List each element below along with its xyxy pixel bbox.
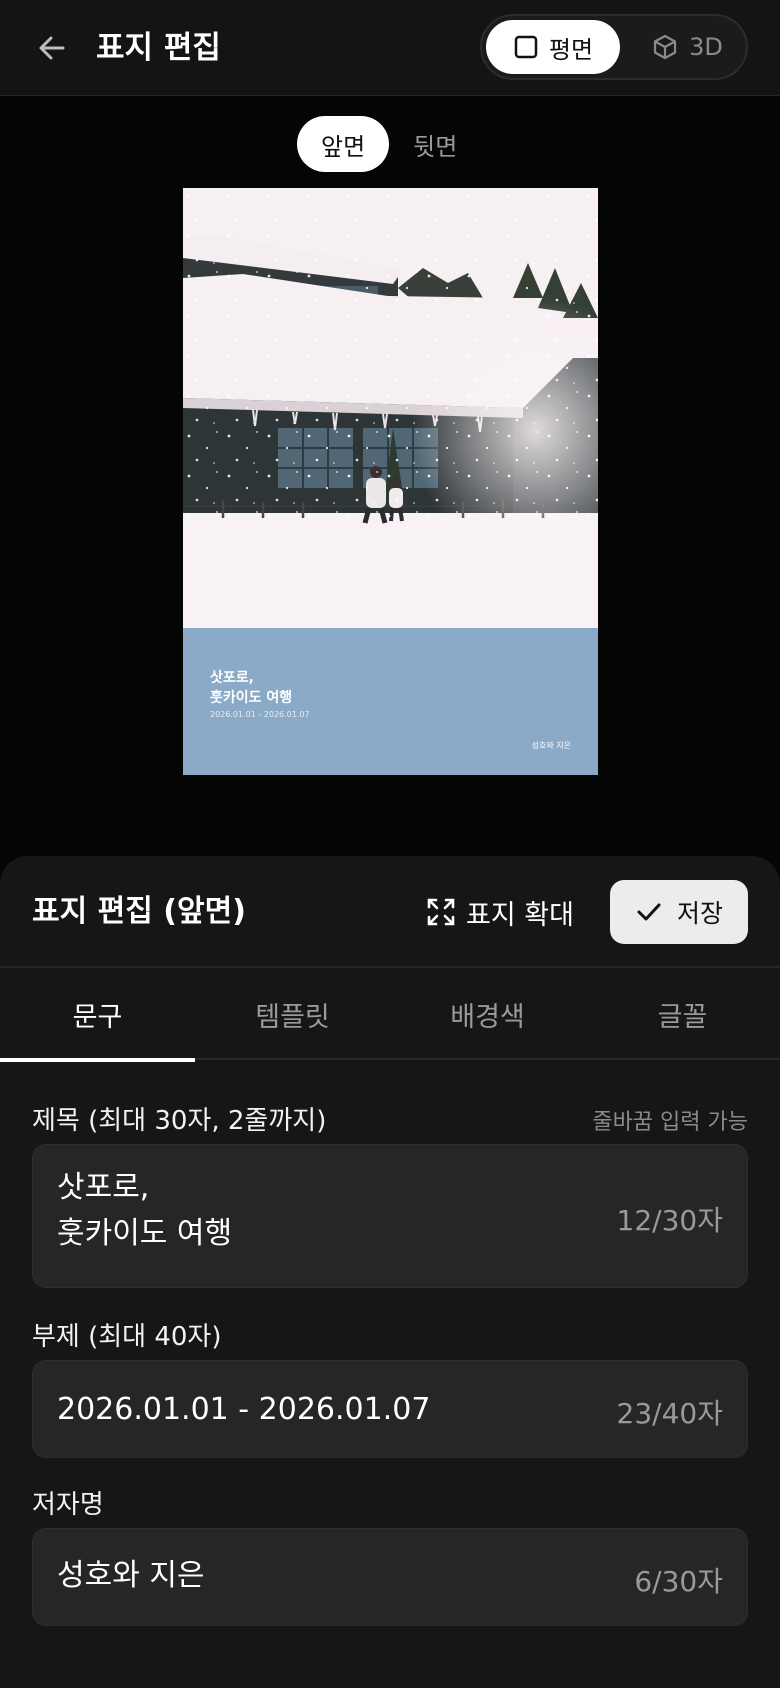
title-field-hint: 줄바꿈 입력 가능 xyxy=(592,1110,748,1135)
cover-author: 성호와 지은 xyxy=(531,741,571,750)
expand-icon xyxy=(427,898,455,926)
back-button[interactable] xyxy=(30,26,74,70)
author-input[interactable]: 성호와 지은 6/30자 xyxy=(32,1528,748,1626)
check-icon xyxy=(637,903,661,921)
view-mode-3d-button[interactable]: 3D xyxy=(632,20,742,74)
tab-template[interactable]: 템플릿 xyxy=(195,968,390,1060)
page-title: 표지 편집 xyxy=(96,30,221,66)
cover-photo xyxy=(183,188,598,628)
title-char-count: 12/30자 xyxy=(616,1204,723,1237)
subtitle-char-count: 23/40자 xyxy=(616,1397,723,1430)
view-mode-toggle: 평면 3D xyxy=(480,14,748,80)
save-button[interactable]: 저장 xyxy=(610,880,748,944)
author-input-value: 성호와 지은 xyxy=(57,1558,205,1593)
top-bar: 표지 편집 평면 3D xyxy=(0,0,780,96)
tab-font[interactable]: 글꼴 xyxy=(585,968,780,1060)
arrow-left-icon xyxy=(39,36,65,60)
author-field-label: 저자명 xyxy=(32,1490,104,1520)
view-mode-flat-label: 평면 xyxy=(548,35,594,64)
cube-icon xyxy=(654,34,677,60)
cover-side-toggle: 앞면 뒷면 xyxy=(297,116,481,172)
tab-background-color[interactable]: 배경색 xyxy=(390,968,585,1060)
subtitle-input[interactable]: 2026.01.01 - 2026.01.07 23/40자 xyxy=(32,1360,748,1458)
edit-tabs: 문구 템플릿 배경색 글꼴 xyxy=(0,968,780,1062)
edit-sheet: 표지 편집 (앞면) 표지 확대 저장 문구 템플릿 배경색 글꼴 제목 (최대… xyxy=(0,856,780,1688)
title-field-label: 제목 (최대 30자, 2줄까지) xyxy=(32,1106,327,1136)
tab-front[interactable]: 앞면 xyxy=(297,116,390,172)
cover-title: 삿포로, 훗카이도 여행 xyxy=(210,670,293,706)
cover-preview[interactable]: 삿포로, 훗카이도 여행 2026.01.01 - 2026.01.07 성호와… xyxy=(183,188,598,775)
sheet-header: 표지 편집 (앞면) 표지 확대 저장 xyxy=(0,856,780,968)
tab-text[interactable]: 문구 xyxy=(0,968,195,1062)
subtitle-input-value: 2026.01.01 - 2026.01.07 xyxy=(57,1392,431,1427)
view-mode-3d-label: 3D xyxy=(689,33,723,61)
cover-text-band: 삿포로, 훗카이도 여행 2026.01.01 - 2026.01.07 성호와… xyxy=(183,628,598,775)
tab-back[interactable]: 뒷면 xyxy=(389,116,481,172)
title-input[interactable]: 삿포로, 훗카이도 여행 12/30자 xyxy=(32,1144,748,1288)
save-label: 저장 xyxy=(676,899,723,928)
subtitle-field-label: 부제 (최대 40자) xyxy=(32,1322,222,1352)
cover-subtitle: 2026.01.01 - 2026.01.07 xyxy=(210,710,310,719)
square-icon xyxy=(514,35,538,59)
view-mode-flat-button[interactable]: 평면 xyxy=(486,20,620,74)
title-input-value: 삿포로, 훗카이도 여행 xyxy=(57,1170,233,1251)
zoom-cover-label: 표지 확대 xyxy=(466,899,574,931)
zoom-cover-button[interactable]: 표지 확대 xyxy=(426,890,574,934)
author-char-count: 6/30자 xyxy=(634,1565,723,1598)
sheet-title: 표지 편집 (앞면) xyxy=(32,894,246,929)
